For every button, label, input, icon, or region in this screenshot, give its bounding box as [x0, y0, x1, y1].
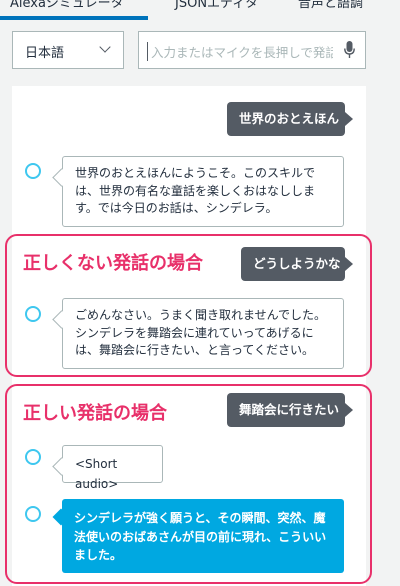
tab-alexa-simulator[interactable]: Alexaシミュレータ [10, 0, 124, 11]
user-utterance-bubble: 舞踏会に行きたい [227, 393, 353, 427]
correct-utterance-title: 正しい発話の場合 [23, 403, 167, 424]
alexa-response-bubble: ごめんなさい。うまく聞き取れませんでした。シンデレラを舞踏会に連れていってあげる… [62, 298, 344, 369]
active-tab-indicator [0, 16, 148, 20]
user-utterance-bubble: 世界のおとえほん [227, 102, 353, 136]
tab-json-editor[interactable]: JSONエディタ [175, 0, 258, 11]
alexa-ring-icon [25, 506, 41, 522]
user-utterance-bubble: どうしようかな [241, 247, 353, 281]
tab-voice-and-tone[interactable]: 音声と語調 [298, 0, 363, 11]
chevron-down-icon [99, 41, 111, 53]
alexa-response-bubble-latest: シンデレラが強く願うと、その瞬間、突然、魔法使いのおばあさんが目の前に現れ、こう… [62, 499, 344, 573]
alexa-ring-icon [25, 449, 41, 465]
language-select[interactable]: 日本語 [12, 31, 124, 69]
tab-bar: Alexaシミュレータ JSONエディタ 音声と語調 [0, 0, 400, 22]
alexa-response-bubble: 世界のおとえほんにようこそ。このスキルでは、世界の有名な童話を楽しくおはなししま… [62, 156, 344, 227]
utterance-input[interactable]: 入力またはマイクを長押しで発話 [138, 31, 366, 69]
utterance-placeholder: 入力またはマイクを長押しで発話 [147, 42, 333, 61]
chat-panel: 世界のおとえほん 世界のおとえほんにようこそ。このスキルでは、世界の有名な童話を… [5, 86, 372, 586]
alexa-ring-icon [25, 306, 41, 322]
alexa-ring-icon [25, 163, 41, 179]
microphone-icon[interactable] [344, 41, 355, 59]
incorrect-utterance-title: 正しくない発話の場合 [23, 253, 203, 274]
language-select-value: 日本語 [25, 46, 65, 61]
alexa-audio-bubble: <Short audio> [62, 445, 163, 491]
